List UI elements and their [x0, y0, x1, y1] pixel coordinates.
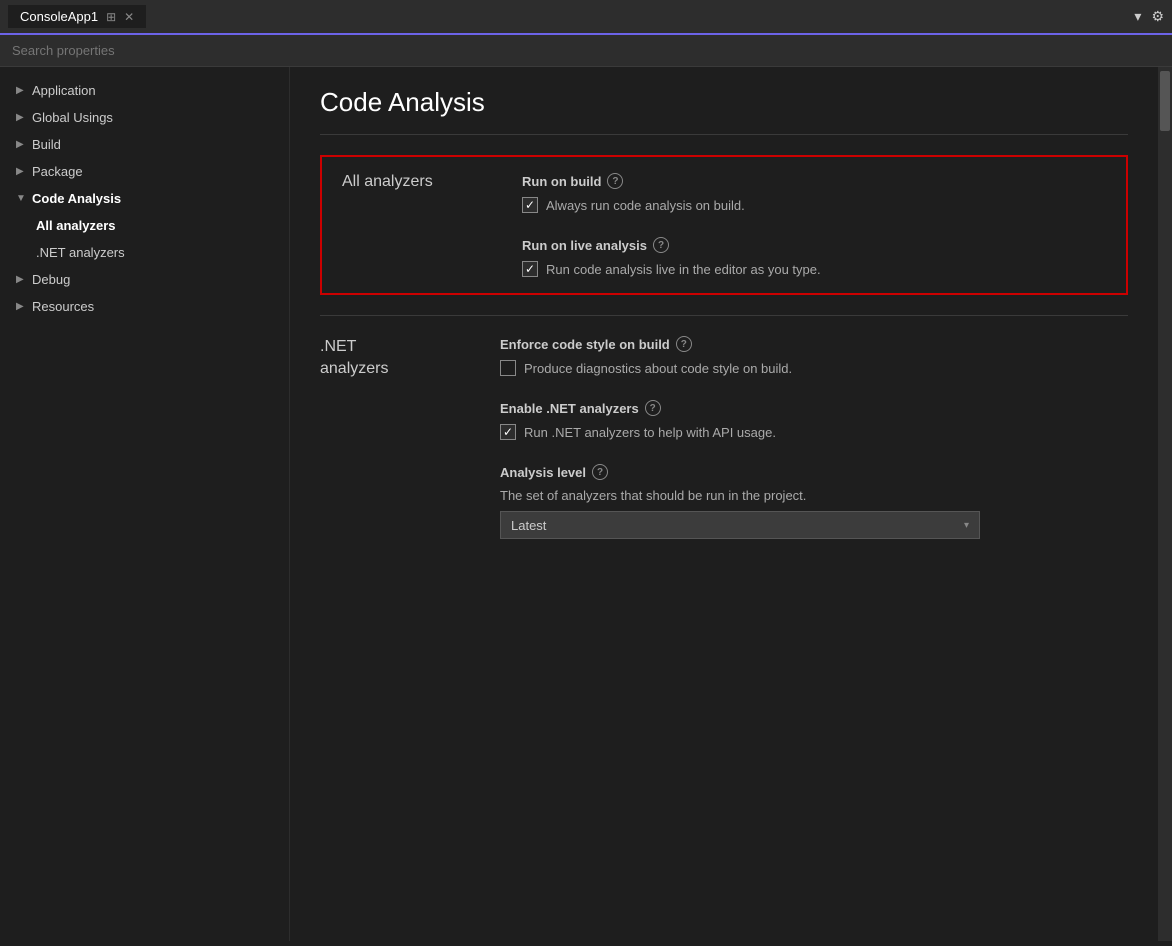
dropdown-value: Latest: [511, 518, 546, 533]
analysis-level-title: Analysis level ?: [500, 464, 1128, 480]
enforce-code-style-row: Produce diagnostics about code style on …: [500, 360, 1128, 376]
chevron-right-icon: ▶: [16, 112, 26, 123]
run-on-live-help-icon[interactable]: ?: [653, 237, 669, 253]
sidebar-item-label: Application: [32, 83, 96, 98]
run-on-live-label: Run code analysis live in the editor as …: [546, 262, 821, 277]
title-bar: ConsoleApp1 ⊞ ✕ ▾ ⚙: [0, 0, 1172, 35]
sidebar-item-debug[interactable]: ▶ Debug: [0, 266, 289, 293]
run-on-live-checkbox[interactable]: [522, 261, 538, 277]
chevron-right-icon: ▶: [16, 166, 26, 177]
sidebar-item-label: All analyzers: [36, 218, 116, 233]
sidebar-item-net-analyzers[interactable]: .NET analyzers: [0, 239, 289, 266]
run-on-build-label: Always run code analysis on build.: [546, 198, 745, 213]
run-on-build-checkbox[interactable]: [522, 197, 538, 213]
analysis-level-group: Analysis level ? The set of analyzers th…: [500, 464, 1128, 539]
dropdown-icon[interactable]: ▾: [1134, 8, 1141, 25]
enable-net-analyzers-help-icon[interactable]: ?: [645, 400, 661, 416]
sidebar-item-build[interactable]: ▶ Build: [0, 131, 289, 158]
sidebar-item-label: Build: [32, 137, 61, 152]
analysis-level-dropdown[interactable]: Latest ▾: [500, 511, 980, 539]
search-input[interactable]: [12, 43, 1160, 58]
enforce-code-style-title: Enforce code style on build ?: [500, 336, 1128, 352]
sidebar-item-label: .NET analyzers: [36, 245, 125, 260]
tab-label: ConsoleApp1: [20, 9, 98, 24]
settings-icon[interactable]: ⚙: [1151, 8, 1164, 25]
all-analyzers-section: All analyzers Run on build ? Always run …: [320, 155, 1128, 295]
all-analyzers-controls: Run on build ? Always run code analysis …: [522, 173, 1106, 277]
run-on-live-title: Run on live analysis ?: [522, 237, 1106, 253]
search-bar: [0, 35, 1172, 67]
chevron-right-icon: ▶: [16, 85, 26, 96]
enforce-code-style-checkbox[interactable]: [500, 360, 516, 376]
chevron-right-icon: ▶: [16, 274, 26, 285]
chevron-right-icon: ▶: [16, 301, 26, 312]
sidebar-item-label: Resources: [32, 299, 94, 314]
pin-icon[interactable]: ⊞: [106, 10, 116, 24]
dropdown-arrow-icon: ▾: [964, 520, 969, 531]
page-title: Code Analysis: [320, 87, 1128, 118]
title-bar-right: ▾ ⚙: [1134, 8, 1164, 25]
sidebar-item-package[interactable]: ▶ Package: [0, 158, 289, 185]
scrollbar-thumb[interactable]: [1160, 71, 1170, 131]
run-on-build-title: Run on build ?: [522, 173, 1106, 189]
sidebar-item-label: Code Analysis: [32, 191, 121, 206]
sidebar-item-label: Debug: [32, 272, 70, 287]
divider-middle: [320, 315, 1128, 316]
enable-net-analyzers-group: Enable .NET analyzers ? Run .NET analyze…: [500, 400, 1128, 440]
enforce-code-style-help-icon[interactable]: ?: [676, 336, 692, 352]
title-bar-left: ConsoleApp1 ⊞ ✕: [8, 5, 146, 28]
analysis-level-description: The set of analyzers that should be run …: [500, 488, 1128, 503]
run-on-live-row: Run code analysis live in the editor as …: [522, 261, 1106, 277]
run-on-live-group: Run on live analysis ? Run code analysis…: [522, 237, 1106, 277]
sidebar-item-resources[interactable]: ▶ Resources: [0, 293, 289, 320]
sidebar-item-label: Package: [32, 164, 83, 179]
enable-net-analyzers-title: Enable .NET analyzers ?: [500, 400, 1128, 416]
run-on-build-row: Always run code analysis on build.: [522, 197, 1106, 213]
run-on-build-group: Run on build ? Always run code analysis …: [522, 173, 1106, 213]
chevron-right-icon: ▶: [16, 139, 26, 150]
sidebar-item-application[interactable]: ▶ Application: [0, 77, 289, 104]
content-area: Code Analysis All analyzers Run on build…: [290, 67, 1158, 941]
net-analyzers-label: .NETanalyzers: [320, 336, 460, 381]
close-icon[interactable]: ✕: [124, 10, 134, 24]
enable-net-analyzers-row: Run .NET analyzers to help with API usag…: [500, 424, 1128, 440]
all-analyzers-label: All analyzers: [342, 173, 482, 191]
enforce-code-style-label: Produce diagnostics about code style on …: [524, 361, 792, 376]
sidebar-item-global-usings[interactable]: ▶ Global Usings: [0, 104, 289, 131]
enable-net-analyzers-checkbox[interactable]: [500, 424, 516, 440]
sidebar-item-code-analysis[interactable]: ▼ Code Analysis: [0, 185, 289, 212]
scrollbar-track[interactable]: [1158, 67, 1172, 941]
net-analyzers-controls: Enforce code style on build ? Produce di…: [500, 336, 1128, 539]
sidebar-item-label: Global Usings: [32, 110, 113, 125]
sidebar-item-all-analyzers[interactable]: All analyzers: [0, 212, 289, 239]
chevron-down-icon: ▼: [16, 193, 26, 204]
enforce-code-style-group: Enforce code style on build ? Produce di…: [500, 336, 1128, 376]
sidebar: ▶ Application ▶ Global Usings ▶ Build ▶ …: [0, 67, 290, 941]
net-analyzers-section: .NETanalyzers Enforce code style on buil…: [320, 336, 1128, 539]
enable-net-analyzers-label: Run .NET analyzers to help with API usag…: [524, 425, 776, 440]
analysis-level-help-icon[interactable]: ?: [592, 464, 608, 480]
main-layout: ▶ Application ▶ Global Usings ▶ Build ▶ …: [0, 67, 1172, 941]
divider-top: [320, 134, 1128, 135]
title-tab: ConsoleApp1 ⊞ ✕: [8, 5, 146, 28]
run-on-build-help-icon[interactable]: ?: [607, 173, 623, 189]
